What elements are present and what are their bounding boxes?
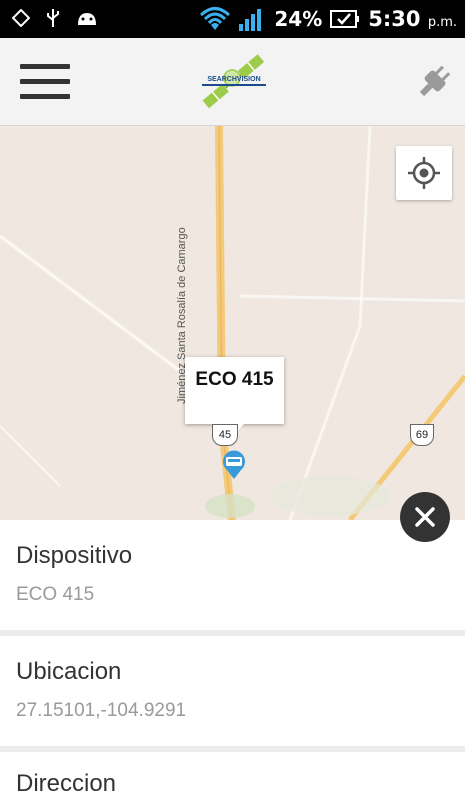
field-value: ECO 415 xyxy=(16,584,95,605)
clock: 5:30 p.m. xyxy=(368,7,457,31)
app-logo: SEARCHVISION xyxy=(202,54,266,109)
hamburger-menu-icon[interactable] xyxy=(20,62,70,102)
cell-signal-icon xyxy=(239,9,262,31)
route-shield-45: 45 xyxy=(212,424,238,446)
notification-diamond-icon xyxy=(12,9,30,27)
field-value: 27.15101,-104.9291 xyxy=(16,700,187,721)
usb-icon xyxy=(47,9,59,27)
close-details-button[interactable] xyxy=(400,492,450,542)
route-shield-69: 69 xyxy=(410,424,434,446)
field-label: Dispositivo xyxy=(16,542,133,569)
device-callout-label: ECO 415 xyxy=(195,368,274,390)
wifi-icon xyxy=(200,7,231,30)
app-bar: SEARCHVISION xyxy=(0,38,465,126)
vehicle-marker-icon[interactable] xyxy=(221,450,247,480)
field-dispositivo: Dispositivo ECO 415 xyxy=(0,520,465,630)
svg-text:SEARCHVISION: SEARCHVISION xyxy=(207,76,260,83)
close-icon xyxy=(415,507,435,527)
field-label: Ubicacion xyxy=(16,658,122,685)
field-direccion: Direccion xyxy=(0,752,465,800)
device-details-panel: Dispositivo ECO 415 Ubicacion 27.15101,-… xyxy=(0,520,465,800)
device-callout[interactable]: ECO 415 xyxy=(185,357,284,434)
status-bar: 24% 5:30 p.m. xyxy=(0,0,465,38)
battery-percent: 24% xyxy=(274,7,323,31)
locate-button[interactable] xyxy=(396,146,452,200)
android-debug-icon xyxy=(78,13,96,25)
field-ubicacion: Ubicacion 27.15101,-104.9291 xyxy=(0,636,465,746)
battery-charging-icon xyxy=(330,10,360,28)
gps-locate-icon xyxy=(408,157,440,189)
field-label: Direccion xyxy=(16,770,117,797)
plug-disconnected-icon[interactable] xyxy=(414,62,454,102)
